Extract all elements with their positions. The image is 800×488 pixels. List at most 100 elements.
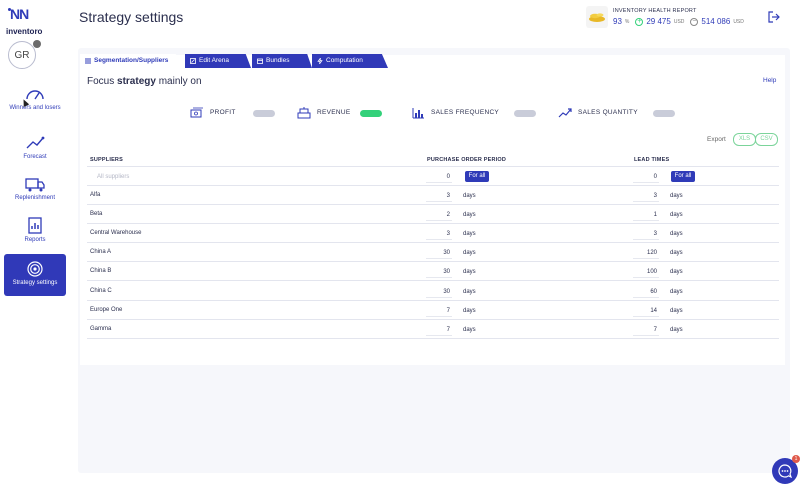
frequency-icon (412, 108, 424, 119)
purchase-period-input[interactable]: 7 (426, 324, 452, 336)
revenue-switch[interactable] (360, 110, 382, 117)
lead-time-input[interactable]: 7 (633, 324, 659, 336)
lead-time-input[interactable]: 3 (633, 190, 659, 202)
supplier-name: Alfa (90, 192, 101, 198)
days-unit: days (463, 212, 476, 218)
purchase-period-input[interactable]: 2 (426, 209, 452, 221)
plus-unit: USD (673, 18, 685, 25)
quantity-switch[interactable] (653, 110, 675, 117)
toggle-profit: PROFIT (190, 107, 280, 119)
tab-label: Computation (326, 57, 363, 64)
revenue-icon (297, 107, 311, 119)
bolt-icon (317, 58, 323, 64)
avatar[interactable]: GR (8, 41, 36, 69)
minus-value: 514 086 (701, 17, 731, 26)
lead-time-input[interactable]: 120 (633, 247, 659, 259)
sidebar-item-reports[interactable]: Reports (4, 217, 66, 244)
truck-icon (25, 178, 45, 192)
supplier-name: China B (90, 268, 112, 274)
tab-segmentation-suppliers[interactable]: Segmentation/Suppliers (80, 54, 184, 68)
col-header-purchase-period: PURCHASE ORDER PERIOD (427, 157, 507, 163)
tab-computation[interactable]: Computation (312, 54, 388, 68)
lead-time-input[interactable]: 14 (633, 305, 659, 317)
frequency-switch[interactable] (514, 110, 536, 117)
all-purchase-input[interactable]: 0 (426, 171, 452, 183)
purchase-for-all-button[interactable]: For all (465, 171, 489, 182)
lead-time-input[interactable]: 100 (633, 266, 659, 278)
inventory-health-report[interactable]: INVENTORY HEALTH REPORT 93% + 29 475 USD … (586, 6, 756, 30)
report-values: 93% + 29 475 USD − 514 086 USD (613, 17, 744, 26)
coins-icon (589, 13, 605, 22)
logo[interactable]: NN inventoro (6, 6, 46, 36)
edit-icon (190, 58, 196, 64)
tab-label: Edit Arena (199, 57, 229, 64)
supplier-name: Beta (90, 211, 103, 217)
all-lead-input[interactable]: 0 (633, 171, 659, 183)
days-unit: days (463, 193, 476, 199)
row-divider (87, 300, 779, 301)
purchase-period-input[interactable]: 7 (426, 305, 452, 317)
export-xls-button[interactable]: XLS (733, 133, 756, 146)
logo-text: inventoro (6, 27, 43, 36)
days-unit: days (670, 231, 683, 237)
header-divider (87, 166, 779, 167)
days-unit: days (670, 327, 683, 333)
sidebar-item-label: Winners and losers (9, 105, 61, 111)
row-divider (87, 319, 779, 320)
days-unit: days (670, 212, 683, 218)
days-unit: days (670, 308, 683, 314)
report-title: INVENTORY HEALTH REPORT (613, 8, 697, 14)
help-link[interactable]: Help (763, 77, 776, 84)
sidebar-item-replenishment[interactable]: Replenishment (4, 175, 66, 202)
lead-time-input[interactable]: 3 (633, 228, 659, 240)
report-icon (28, 217, 42, 234)
sidebar-item-label: Reports (24, 237, 46, 243)
sidebar-item-label: Replenishment (14, 195, 56, 201)
row-divider (87, 280, 779, 281)
profit-icon (190, 107, 203, 118)
purchase-period-input[interactable]: 30 (426, 247, 452, 259)
minus-icon: − (690, 17, 699, 26)
focus-suffix: mainly on (158, 76, 202, 87)
sidebar-item-forecast[interactable]: Forecast (4, 134, 66, 161)
purchase-period-input[interactable]: 3 (426, 228, 452, 240)
supplier-name: Central Warehouse (90, 230, 142, 236)
focus-prefix: Focus (87, 76, 115, 87)
days-unit: days (463, 231, 476, 237)
minus-unit: USD (733, 18, 744, 25)
tab-edit-arena[interactable]: Edit Arena (185, 54, 251, 68)
report-thumbnail (586, 6, 608, 28)
toggle-revenue: REVENUE (297, 107, 387, 119)
toggle-label: REVENUE (317, 109, 351, 116)
list-icon (85, 58, 91, 64)
quantity-icon (558, 108, 572, 118)
logo-mark: NN (10, 6, 29, 22)
focus-heading: Focus strategy mainly on (87, 76, 202, 87)
export-label: Export (707, 136, 726, 143)
row-divider (87, 185, 779, 186)
supplier-name: Gamma (90, 326, 112, 332)
toggle-label: SALES FREQUENCY (431, 109, 500, 116)
supplier-name: China A (90, 249, 112, 255)
profit-switch[interactable] (253, 110, 275, 117)
sidebar-item-strategy-settings[interactable]: Strategy settings (4, 254, 66, 296)
export-csv-button[interactable]: CSV (755, 133, 778, 146)
page-title: Strategy settings (79, 9, 184, 25)
logout-icon[interactable] (768, 11, 780, 23)
purchase-period-input[interactable]: 30 (426, 286, 452, 298)
tab-label: Segmentation/Suppliers (94, 57, 169, 64)
purchase-period-input[interactable]: 3 (426, 190, 452, 202)
focus-strong: strategy (117, 76, 156, 87)
sidebar: NN inventoro GR Winners and losers Forec… (0, 0, 72, 488)
lead-time-input[interactable]: 1 (633, 209, 659, 221)
health-unit: % (624, 18, 630, 25)
days-unit: days (463, 289, 476, 295)
row-divider (87, 261, 779, 262)
chat-badge: 1 (792, 455, 800, 463)
lead-for-all-button[interactable]: For all (671, 171, 695, 182)
sidebar-item-winners-losers[interactable]: Winners and losers (4, 85, 66, 112)
tab-bundles[interactable]: Bundles (252, 54, 312, 68)
row-divider (87, 223, 779, 224)
purchase-period-input[interactable]: 30 (426, 266, 452, 278)
lead-time-input[interactable]: 60 (633, 286, 659, 298)
